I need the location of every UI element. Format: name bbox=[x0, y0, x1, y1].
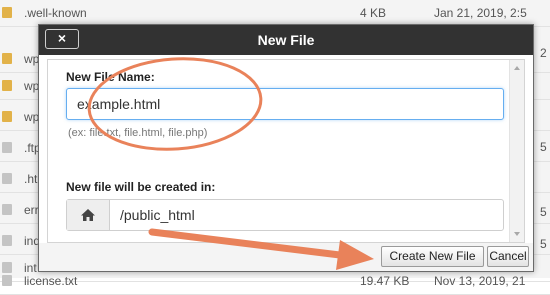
file-date: Jan 21, 2019, 2:5 bbox=[434, 6, 527, 20]
file-name: license.txt bbox=[24, 274, 78, 288]
file-icon bbox=[2, 173, 12, 184]
file-icon bbox=[2, 142, 12, 153]
directory-field bbox=[66, 199, 504, 231]
truncated-text: 5 bbox=[540, 140, 547, 154]
file-size: 4 KB bbox=[360, 6, 387, 20]
truncated-text: 5 bbox=[540, 205, 547, 219]
create-new-file-button[interactable]: Create New File bbox=[381, 246, 484, 267]
file-name: .well-known bbox=[24, 6, 87, 20]
file-name-hint: (ex: file.txt, file.html, file.php) bbox=[68, 127, 208, 139]
directory-label: New file will be created in: bbox=[66, 180, 216, 194]
new-file-dialog: × New File New File Name: (ex: file.txt,… bbox=[38, 24, 534, 272]
scroll-down-icon[interactable] bbox=[514, 232, 520, 236]
home-icon bbox=[81, 209, 95, 221]
file-date: Nov 13, 2019, 21 bbox=[434, 274, 526, 288]
folder-icon bbox=[2, 111, 12, 122]
truncated-text: 2 bbox=[540, 46, 547, 60]
list-item[interactable]: license.txt 19.47 KB Nov 13, 2019, 21 bbox=[0, 268, 550, 295]
dialog-titlebar: × New File bbox=[39, 25, 533, 55]
dialog-footer: Create New File Cancel bbox=[39, 243, 533, 271]
cancel-button[interactable]: Cancel bbox=[487, 246, 529, 267]
dialog-body: New File Name: (ex: file.txt, file.html,… bbox=[47, 59, 525, 243]
truncated-text: 5 bbox=[540, 237, 547, 251]
file-name-label: New File Name: bbox=[66, 70, 155, 84]
dialog-scrollbar[interactable] bbox=[509, 60, 524, 242]
file-size: 19.47 KB bbox=[360, 274, 410, 288]
file-name: .ht bbox=[24, 172, 38, 186]
file-icon bbox=[2, 275, 12, 286]
file-name-input[interactable] bbox=[66, 88, 504, 120]
folder-icon bbox=[2, 53, 12, 64]
directory-addon bbox=[67, 200, 110, 230]
directory-input[interactable] bbox=[110, 200, 503, 230]
file-name: err bbox=[24, 203, 39, 217]
dialog-title: New File bbox=[257, 32, 315, 48]
file-icon bbox=[2, 235, 12, 246]
folder-icon bbox=[2, 7, 12, 18]
folder-icon bbox=[2, 80, 12, 91]
list-item[interactable]: .well-known 4 KB Jan 21, 2019, 2:5 bbox=[0, 0, 550, 27]
file-icon bbox=[2, 204, 12, 215]
scroll-up-icon[interactable] bbox=[514, 66, 520, 70]
